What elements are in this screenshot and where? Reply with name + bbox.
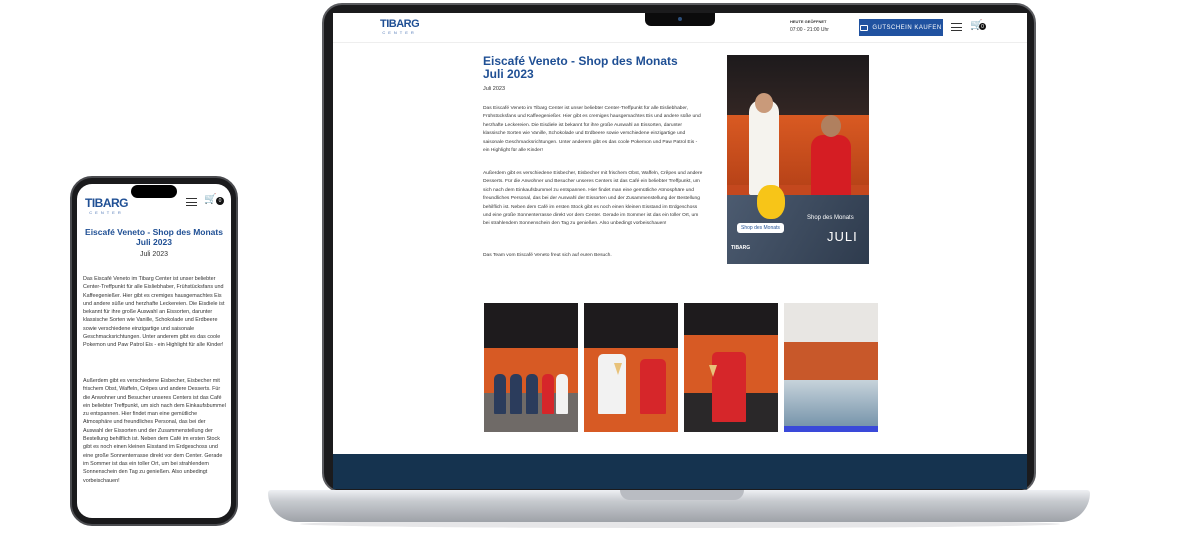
gallery-photo[interactable] xyxy=(584,303,678,432)
site-logo[interactable]: TIBARG CENTER xyxy=(380,18,420,35)
article-paragraph: Das Team vom Eiscafé Veneto freut sich a… xyxy=(483,253,612,258)
person xyxy=(526,374,538,414)
voucher-icon xyxy=(860,24,869,31)
article-date: Juli 2023 xyxy=(483,86,506,92)
dynamic-island xyxy=(131,185,177,198)
person xyxy=(494,374,506,414)
menu-icon[interactable] xyxy=(186,198,197,206)
site-footer xyxy=(333,454,1027,489)
hours-label: HEUTE GEÖFFNET xyxy=(790,19,827,24)
gallery-photo[interactable] xyxy=(484,303,578,432)
site-logo[interactable]: TIBARG CENTER xyxy=(85,196,129,215)
hero-logo: TIBARG xyxy=(731,245,751,251)
gallery-photo[interactable] xyxy=(784,303,878,432)
laptop-screen: TIBARG CENTER HEUTE GEÖFFNET 07:00 - 21:… xyxy=(333,13,1027,489)
article-title: Eiscafé Veneto - Shop des Monats Juli 20… xyxy=(85,227,223,247)
article-paragraph: Das Eiscafé Veneto im Tibarg Center ist … xyxy=(83,276,225,349)
menu-icon[interactable] xyxy=(951,23,962,31)
logo-text: TIBARG xyxy=(380,18,420,30)
hero-image: Shop des Monats Shop des Monats JULI TIB… xyxy=(727,55,869,264)
logo-subtext: CENTER xyxy=(89,210,124,215)
cart-count-badge: 0 xyxy=(979,23,986,30)
camera-icon xyxy=(678,17,682,21)
gallery-photo[interactable] xyxy=(684,303,778,432)
buy-voucher-button[interactable]: GUTSCHEIN KAUFEN xyxy=(859,19,943,36)
voucher-label: GUTSCHEIN KAUFEN xyxy=(872,24,942,31)
person xyxy=(749,100,779,195)
cart-icon[interactable]: 🛒 xyxy=(204,194,216,205)
article-title: Eiscafé Veneto - Shop des Monats Juli 20… xyxy=(483,54,678,81)
person xyxy=(542,374,554,414)
logo-subtext: CENTER xyxy=(382,30,417,35)
phone-screen: TIBARG CENTER 🛒 0 Eiscafé Veneto - Shop … xyxy=(77,184,231,518)
person xyxy=(556,374,568,414)
laptop-base-groove xyxy=(620,490,744,500)
cart-count-badge: 0 xyxy=(216,197,224,205)
hours-value: 07:00 - 21:00 Uhr xyxy=(790,27,829,33)
logo-text: TIBARG xyxy=(85,196,129,210)
mascot-icon xyxy=(757,185,785,219)
person xyxy=(712,352,746,422)
person xyxy=(640,359,666,414)
article-paragraph: Das Eiscafé Veneto im Tibarg Center ist … xyxy=(483,106,701,154)
hero-line-2: JULI xyxy=(827,229,858,244)
shop-badge: Shop des Monats xyxy=(737,223,784,233)
article-paragraph: Außerdem gibt es verschiedene Eisbecher,… xyxy=(483,171,703,227)
person xyxy=(510,374,522,414)
laptop-camera-notch xyxy=(645,13,715,26)
opening-hours: HEUTE GEÖFFNET 07:00 - 21:00 Uhr xyxy=(790,19,829,33)
hero-line-1: Shop des Monats xyxy=(807,215,854,221)
article-paragraph: Außerdem gibt es verschiedene Eisbecher,… xyxy=(83,378,226,484)
article-date: Juli 2023 xyxy=(139,251,169,258)
mockup-stage: TIBARG CENTER HEUTE GEÖFFNET 07:00 - 21:… xyxy=(0,0,1200,550)
ice-cream-counter xyxy=(784,380,878,432)
